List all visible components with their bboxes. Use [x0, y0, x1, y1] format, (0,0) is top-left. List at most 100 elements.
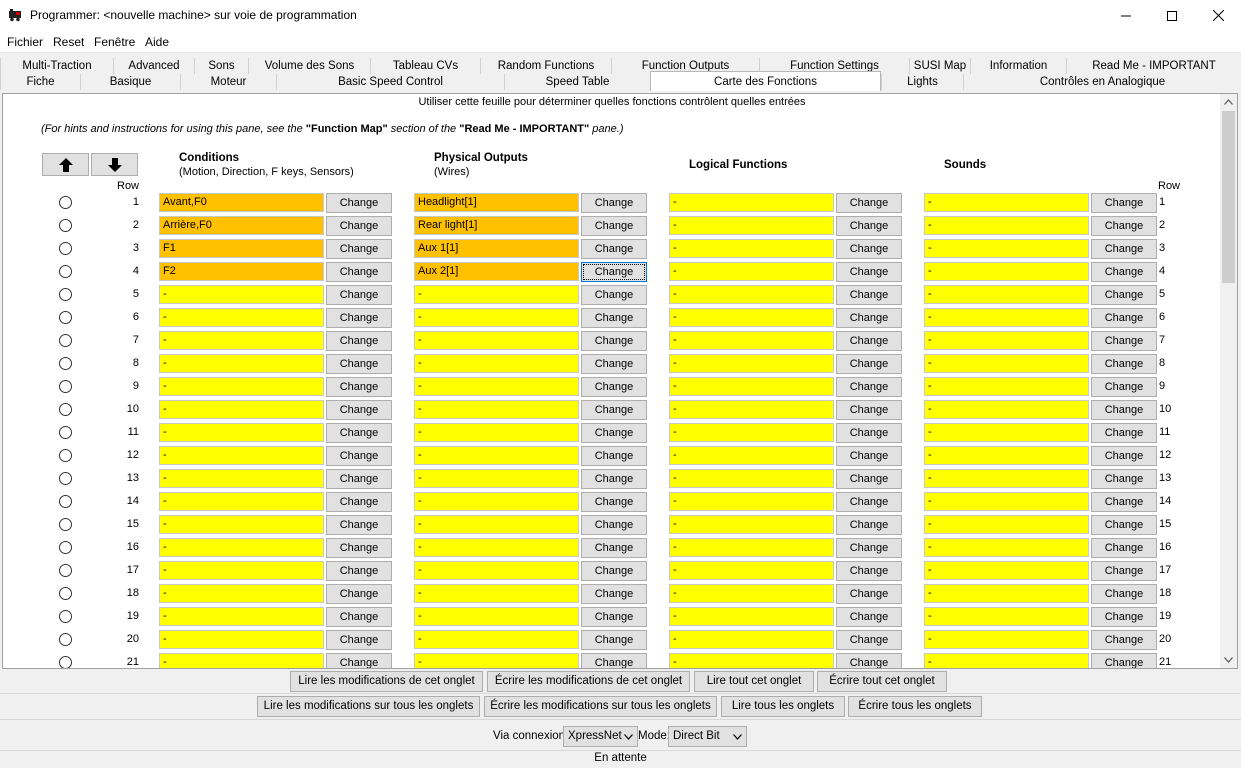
sounds-change-button[interactable]: Change	[1091, 331, 1157, 351]
conditions-change-button[interactable]: Change	[326, 193, 392, 213]
conditions-change-button[interactable]: Change	[326, 216, 392, 236]
physical-change-button[interactable]: Change	[581, 653, 647, 668]
write-changes-tab-button[interactable]: Écrire les modifications de cet onglet	[487, 671, 690, 692]
conditions-change-button[interactable]: Change	[326, 515, 392, 535]
tab-information[interactable]: Information	[970, 58, 1066, 74]
tab-sons[interactable]: Sons	[194, 58, 248, 74]
physical-change-button[interactable]: Change	[581, 331, 647, 351]
row-select-radio[interactable]	[59, 449, 72, 462]
logical-change-button[interactable]: Change	[836, 400, 902, 420]
mode-select[interactable]: Direct Bit	[668, 726, 747, 747]
conditions-change-button[interactable]: Change	[326, 423, 392, 443]
sounds-change-button[interactable]: Change	[1091, 308, 1157, 328]
sounds-change-button[interactable]: Change	[1091, 354, 1157, 374]
row-select-radio[interactable]	[59, 380, 72, 393]
tab-advanced[interactable]: Advanced	[113, 58, 194, 74]
conditions-change-button[interactable]: Change	[326, 239, 392, 259]
sounds-change-button[interactable]: Change	[1091, 423, 1157, 443]
conditions-change-button[interactable]: Change	[326, 331, 392, 351]
write-all-tab-button[interactable]: Écrire tout cet onglet	[817, 671, 947, 692]
logical-change-button[interactable]: Change	[836, 561, 902, 581]
read-all-tab-button[interactable]: Lire tout cet onglet	[694, 671, 814, 692]
tab-random-functions[interactable]: Random Functions	[480, 58, 611, 74]
physical-change-button[interactable]: Change	[581, 446, 647, 466]
logical-change-button[interactable]: Change	[836, 193, 902, 213]
physical-change-button[interactable]: Change	[581, 262, 647, 282]
menu-reset[interactable]: Reset	[53, 35, 84, 49]
conditions-change-button[interactable]: Change	[326, 630, 392, 650]
tab-read-me-important[interactable]: Read Me - IMPORTANT	[1066, 58, 1241, 74]
sounds-change-button[interactable]: Change	[1091, 561, 1157, 581]
conditions-change-button[interactable]: Change	[326, 354, 392, 374]
row-select-radio[interactable]	[59, 196, 72, 209]
row-select-radio[interactable]	[59, 288, 72, 301]
write-all-button[interactable]: Écrire tous les onglets	[848, 696, 982, 717]
physical-change-button[interactable]: Change	[581, 584, 647, 604]
sounds-change-button[interactable]: Change	[1091, 193, 1157, 213]
logical-change-button[interactable]: Change	[836, 538, 902, 558]
physical-change-button[interactable]: Change	[581, 561, 647, 581]
conditions-change-button[interactable]: Change	[326, 400, 392, 420]
physical-change-button[interactable]: Change	[581, 193, 647, 213]
physical-change-button[interactable]: Change	[581, 515, 647, 535]
logical-change-button[interactable]: Change	[836, 331, 902, 351]
row-select-radio[interactable]	[59, 311, 72, 324]
logical-change-button[interactable]: Change	[836, 492, 902, 512]
scroll-thumb[interactable]	[1222, 111, 1235, 283]
sounds-change-button[interactable]: Change	[1091, 492, 1157, 512]
tab-multi-traction[interactable]: Multi-Traction	[0, 58, 113, 74]
row-select-radio[interactable]	[59, 495, 72, 508]
physical-change-button[interactable]: Change	[581, 607, 647, 627]
sounds-change-button[interactable]: Change	[1091, 515, 1157, 535]
logical-change-button[interactable]: Change	[836, 239, 902, 259]
physical-change-button[interactable]: Change	[581, 377, 647, 397]
read-changes-all-button[interactable]: Lire les modifications sur tous les ongl…	[257, 696, 480, 717]
move-row-up-button[interactable]	[42, 153, 89, 176]
conditions-change-button[interactable]: Change	[326, 262, 392, 282]
logical-change-button[interactable]: Change	[836, 308, 902, 328]
row-select-radio[interactable]	[59, 219, 72, 232]
minimize-button[interactable]	[1103, 0, 1149, 31]
logical-change-button[interactable]: Change	[836, 423, 902, 443]
physical-change-button[interactable]: Change	[581, 400, 647, 420]
physical-change-button[interactable]: Change	[581, 469, 647, 489]
tab-moteur[interactable]: Moteur	[180, 74, 276, 90]
logical-change-button[interactable]: Change	[836, 630, 902, 650]
sounds-change-button[interactable]: Change	[1091, 538, 1157, 558]
sounds-change-button[interactable]: Change	[1091, 630, 1157, 650]
row-select-radio[interactable]	[59, 242, 72, 255]
read-changes-tab-button[interactable]: Lire les modifications de cet onglet	[290, 671, 483, 692]
read-all-button[interactable]: Lire tous les onglets	[721, 696, 845, 717]
tab-fiche[interactable]: Fiche	[0, 74, 80, 90]
menu-fenetre[interactable]: Fenêtre	[94, 35, 135, 49]
tab-speed-table[interactable]: Speed Table	[504, 74, 650, 90]
sounds-change-button[interactable]: Change	[1091, 262, 1157, 282]
conditions-change-button[interactable]: Change	[326, 377, 392, 397]
sounds-change-button[interactable]: Change	[1091, 377, 1157, 397]
conditions-change-button[interactable]: Change	[326, 446, 392, 466]
physical-change-button[interactable]: Change	[581, 538, 647, 558]
conditions-change-button[interactable]: Change	[326, 285, 392, 305]
sounds-change-button[interactable]: Change	[1091, 469, 1157, 489]
row-select-radio[interactable]	[59, 334, 72, 347]
maximize-button[interactable]	[1149, 0, 1195, 31]
write-changes-all-button[interactable]: Écrire les modifications sur tous les on…	[484, 696, 717, 717]
conditions-change-button[interactable]: Change	[326, 469, 392, 489]
logical-change-button[interactable]: Change	[836, 446, 902, 466]
menu-aide[interactable]: Aide	[145, 35, 169, 49]
sounds-change-button[interactable]: Change	[1091, 584, 1157, 604]
conditions-change-button[interactable]: Change	[326, 492, 392, 512]
sounds-change-button[interactable]: Change	[1091, 400, 1157, 420]
scroll-up-icon[interactable]	[1220, 94, 1237, 110]
logical-change-button[interactable]: Change	[836, 607, 902, 627]
logical-change-button[interactable]: Change	[836, 515, 902, 535]
conditions-change-button[interactable]: Change	[326, 538, 392, 558]
conditions-change-button[interactable]: Change	[326, 653, 392, 668]
conditions-change-button[interactable]: Change	[326, 607, 392, 627]
tab-volume-des-sons[interactable]: Volume des Sons	[248, 58, 370, 74]
logical-change-button[interactable]: Change	[836, 216, 902, 236]
logical-change-button[interactable]: Change	[836, 584, 902, 604]
logical-change-button[interactable]: Change	[836, 262, 902, 282]
tab-susi-map[interactable]: SUSI Map	[909, 58, 970, 74]
physical-change-button[interactable]: Change	[581, 308, 647, 328]
